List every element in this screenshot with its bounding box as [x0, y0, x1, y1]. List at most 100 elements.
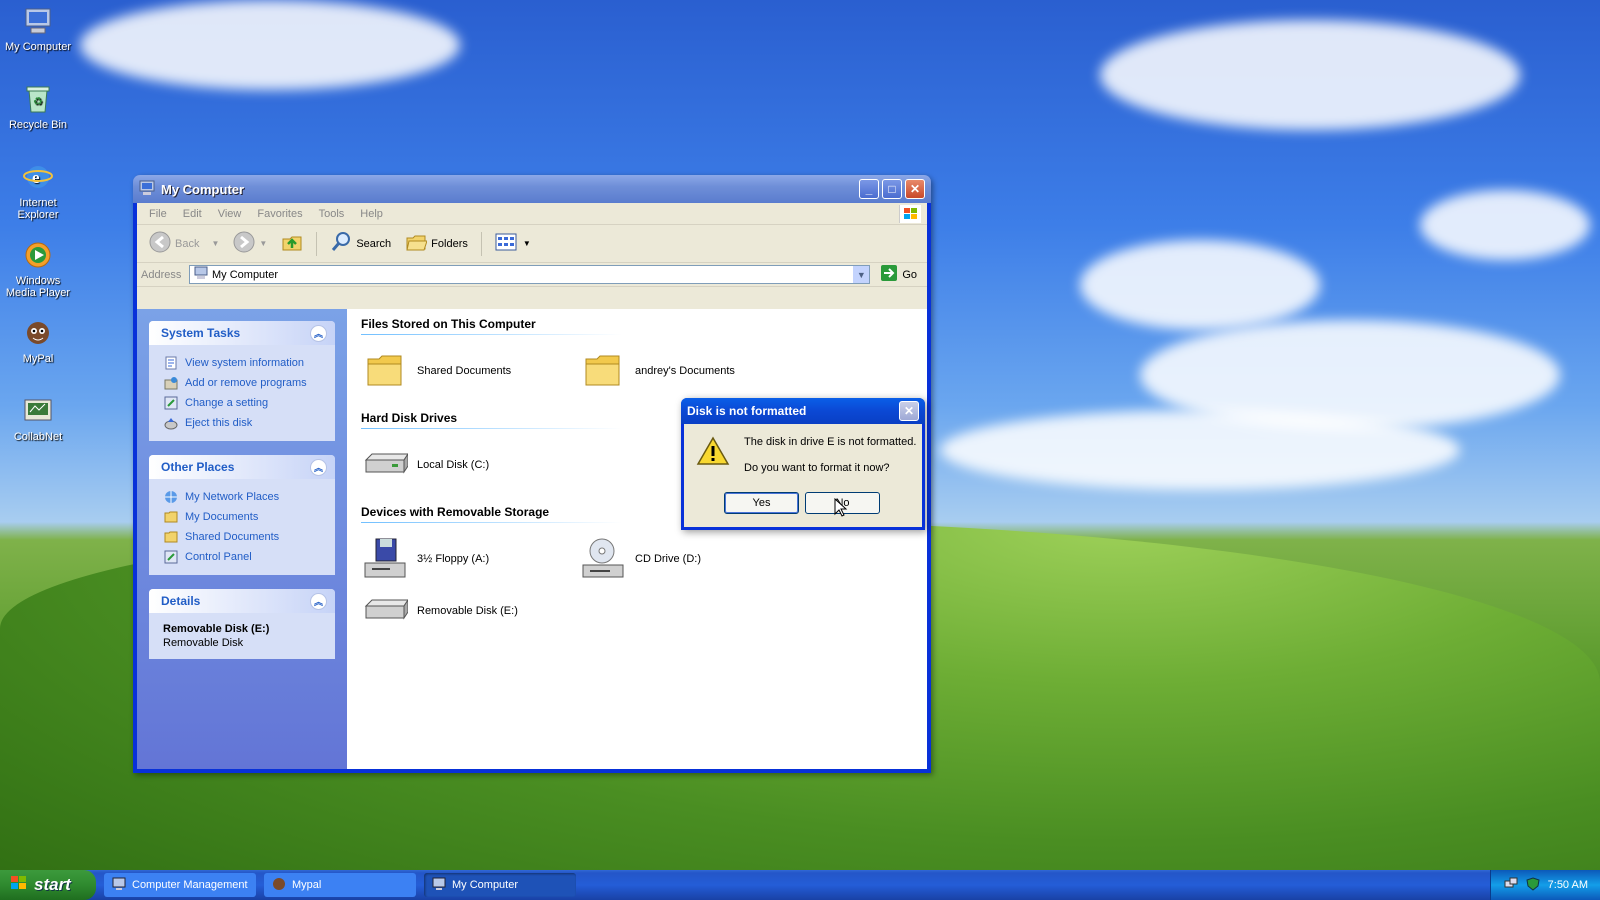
menu-view[interactable]: View	[210, 208, 250, 220]
item-cd-drive-d[interactable]: CD Drive (D:)	[579, 533, 797, 585]
place-shared-documents[interactable]: Shared Documents	[163, 527, 323, 547]
group-files-title: Files Stored on This Computer	[361, 317, 621, 335]
views-button[interactable]: ▼	[491, 230, 535, 257]
hard-disk-icon	[361, 441, 409, 489]
removable-disk-icon	[361, 587, 409, 635]
start-button[interactable]: start	[0, 870, 96, 900]
chevron-down-icon: ▼	[522, 239, 531, 248]
control-panel-icon	[163, 395, 179, 411]
menu-tools[interactable]: Tools	[311, 208, 353, 220]
item-shared-documents[interactable]: Shared Documents	[361, 345, 579, 397]
minimize-button[interactable]: _	[859, 179, 879, 199]
item-label: Shared Documents	[417, 365, 512, 377]
address-input[interactable]: My Computer ▼	[189, 265, 871, 284]
desktop-icon-label: CollabNet	[13, 431, 63, 443]
desktop-icon-internet-explorer[interactable]: e Internet Explorer	[2, 160, 74, 221]
place-label: Shared Documents	[185, 531, 280, 543]
network-tray-icon[interactable]	[1504, 877, 1518, 894]
desktop-icon-recycle-bin[interactable]: ♻ Recycle Bin	[2, 82, 74, 131]
folder-icon	[579, 347, 627, 395]
system-info-icon	[163, 355, 179, 371]
desktop-icon-windows-media-player[interactable]: Windows Media Player	[2, 238, 74, 299]
dialog-close-button[interactable]: ✕	[899, 401, 919, 421]
task-label: View system information	[185, 357, 305, 369]
search-button[interactable]: Search	[326, 229, 395, 258]
maximize-button[interactable]: □	[882, 179, 902, 199]
computer-management-icon	[112, 877, 126, 894]
shield-tray-icon[interactable]	[1526, 876, 1540, 894]
details-type: Removable Disk	[163, 637, 244, 649]
place-my-documents[interactable]: My Documents	[163, 507, 323, 527]
close-icon: ✕	[903, 404, 915, 418]
toolbar: Back ▼ ▼ Search Folders ▼	[137, 225, 927, 263]
close-button[interactable]: ✕	[905, 179, 925, 199]
item-removable-disk-e[interactable]: Removable Disk (E:)	[361, 585, 579, 637]
dialog-titlebar[interactable]: Disk is not formatted ✕	[681, 398, 925, 424]
computer-icon	[21, 4, 55, 38]
task-computer-management[interactable]: Computer Management	[104, 873, 256, 897]
desktop-icon-mypal[interactable]: MyPal	[2, 316, 74, 365]
dialog-title: Disk is not formatted	[687, 404, 807, 418]
task-change-setting[interactable]: Change a setting	[163, 393, 323, 413]
other-places-panel: Other Places ︽ My Network Places My Docu…	[149, 455, 335, 575]
collapse-chevron-icon[interactable]: ︽	[310, 592, 327, 610]
item-label: CD Drive (D:)	[635, 553, 701, 565]
cloud	[1420, 190, 1590, 260]
yes-button[interactable]: Yes	[724, 492, 799, 514]
svg-text:♻: ♻	[33, 96, 43, 108]
computer-icon	[194, 266, 208, 283]
other-places-header[interactable]: Other Places ︽	[149, 455, 335, 479]
folders-label: Folders	[431, 237, 468, 250]
menu-favorites[interactable]: Favorites	[249, 208, 310, 220]
back-arrow-icon	[149, 231, 171, 256]
back-button[interactable]: Back ▼	[145, 229, 223, 258]
mypal-icon	[272, 877, 286, 894]
forward-button[interactable]: ▼	[229, 229, 271, 258]
task-mypal[interactable]: Mypal	[264, 873, 416, 897]
go-arrow-icon	[880, 264, 898, 285]
item-andreys-documents[interactable]: andrey's Documents	[579, 345, 797, 397]
task-label: Eject this disk	[185, 417, 253, 429]
task-my-computer[interactable]: My Computer	[424, 873, 576, 897]
item-local-disk-c[interactable]: Local Disk (C:)	[361, 439, 579, 491]
menu-file[interactable]: File	[141, 208, 175, 220]
go-button[interactable]: Go	[874, 264, 923, 285]
menu-edit[interactable]: Edit	[175, 208, 210, 220]
address-value: My Computer	[212, 268, 279, 281]
place-label: Control Panel	[185, 551, 252, 563]
panel-title: System Tasks	[161, 326, 241, 340]
place-label: My Documents	[185, 511, 259, 523]
place-my-network-places[interactable]: My Network Places	[163, 487, 323, 507]
system-tasks-header[interactable]: System Tasks ︽	[149, 321, 335, 345]
address-dropdown-button[interactable]: ▼	[853, 266, 870, 283]
add-remove-icon	[163, 375, 179, 391]
window-titlebar[interactable]: My Computer _ □ ✕	[133, 175, 931, 203]
collapse-chevron-icon[interactable]: ︽	[310, 458, 327, 476]
system-tasks-panel: System Tasks ︽ View system information A…	[149, 321, 335, 441]
taskbar: start Computer Management Mypal My Compu…	[0, 870, 1600, 900]
toolbar-separator	[480, 231, 482, 256]
window-computer-icon	[139, 180, 155, 199]
clock[interactable]: 7:50 AM	[1548, 879, 1588, 891]
collabnet-icon	[21, 394, 55, 428]
search-icon	[330, 231, 352, 256]
cloud	[940, 410, 1460, 490]
desktop-icon-label: Windows Media Player	[5, 275, 71, 299]
place-control-panel[interactable]: Control Panel	[163, 547, 323, 567]
task-add-remove-programs[interactable]: Add or remove programs	[163, 373, 323, 393]
item-floppy-a[interactable]: 3½ Floppy (A:)	[361, 533, 579, 585]
task-eject-disk[interactable]: Eject this disk	[163, 413, 323, 433]
menu-help[interactable]: Help	[352, 208, 391, 220]
desktop-icon-collabnet[interactable]: CollabNet	[2, 394, 74, 443]
network-icon	[163, 489, 179, 505]
details-panel: Details ︽ Removable Disk (E:) Removable …	[149, 589, 335, 659]
desktop-icon-my-computer[interactable]: My Computer	[2, 4, 74, 53]
collapse-chevron-icon[interactable]: ︽	[310, 324, 327, 342]
mypal-icon	[21, 316, 55, 350]
folders-button[interactable]: Folders	[401, 229, 472, 258]
details-header[interactable]: Details ︽	[149, 589, 335, 613]
task-view-system-information[interactable]: View system information	[163, 353, 323, 373]
up-folder-button[interactable]	[277, 229, 307, 258]
details-name: Removable Disk (E:)	[163, 623, 270, 635]
cloud	[1100, 20, 1520, 130]
